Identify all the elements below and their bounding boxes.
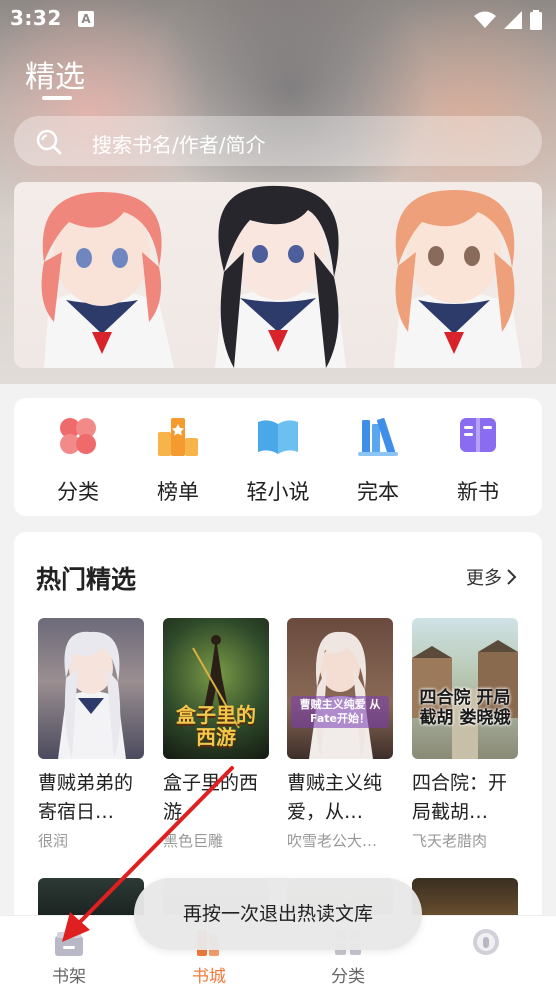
exit-toast: 再按一次退出热读文库 [134, 878, 422, 950]
nav-profile[interactable] [441, 916, 531, 990]
banner-character-illustration [394, 190, 522, 368]
cover-title: 四合院 开局截胡 娄晓娥 [419, 688, 511, 728]
cover-illustration [309, 631, 373, 759]
search-icon [36, 129, 62, 155]
cover-title: 曹贼主义纯爱 从Fate开始！ [291, 696, 389, 728]
title-underline [42, 96, 72, 100]
book-author: 吹雪老公大… [287, 832, 378, 850]
ranking-icon [158, 418, 198, 456]
books-stack-icon [358, 418, 398, 456]
nav-label: 书城 [192, 967, 226, 987]
shortcut-label: 榜单 [157, 480, 199, 504]
search-bar[interactable]: 搜索书名/作者/简介 [14, 116, 542, 166]
shortcut-label: 轻小说 [246, 480, 310, 504]
nav-label: 书架 [52, 967, 86, 987]
cover-illustration [58, 631, 126, 759]
shortcut-label: 新书 [457, 480, 499, 504]
banner-carousel[interactable] [14, 182, 542, 368]
book-author: 黑色巨雕 [163, 832, 224, 850]
hot-picks-section: 热门精选 更多 曹贼弟弟的寄宿日… 很润 盒子里的西游 盒子里的西游 黑色巨雕 … [14, 532, 542, 932]
banner-character-illustration [41, 192, 174, 368]
shortcut-label: 分类 [57, 480, 99, 504]
book-author: 很润 [38, 832, 69, 850]
book-card[interactable]: 盒子里的西游 盒子里的西游 黑色巨雕 [163, 618, 269, 851]
signal-icon [504, 11, 522, 29]
battery-icon [530, 10, 542, 30]
book-author: 飞天老腊肉 [412, 832, 488, 850]
bookshelf-icon [55, 932, 83, 956]
profile-icon [473, 929, 499, 955]
book-title: 盒子里的西游 [163, 772, 259, 823]
shortcut-label: 完本 [357, 480, 399, 504]
search-placeholder: 搜索书名/作者/简介 [92, 133, 266, 157]
section-title: 热门精选 [36, 565, 137, 594]
book-cover: 曹贼主义纯爱 从Fate开始！ [287, 618, 393, 759]
status-time: 3:32 [10, 6, 62, 30]
book-card[interactable]: 四合院 开局截胡 娄晓娥 四合院：开局截胡… 飞天老腊肉 [412, 618, 518, 851]
book-cover: 四合院 开局截胡 娄晓娥 [412, 618, 518, 759]
book-cover-partial[interactable] [412, 878, 518, 918]
shortcut-completed[interactable]: 完本 [338, 414, 418, 506]
book-title: 曹贼弟弟的寄宿日… [38, 772, 134, 823]
more-label: 更多 [466, 568, 502, 589]
notification-badge: A [78, 11, 94, 27]
banner-character-illustration [215, 185, 346, 368]
page-title[interactable]: 精选 [25, 52, 85, 96]
shortcut-ranking[interactable]: 榜单 [138, 414, 218, 506]
nav-label: 分类 [331, 967, 365, 987]
cover-title: 盒子里的西游 [176, 703, 256, 749]
shortcut-light-novel[interactable]: 轻小说 [238, 414, 318, 506]
shortcut-category[interactable]: 分类 [38, 414, 118, 506]
book-card[interactable]: 曹贼弟弟的寄宿日… 很润 [38, 618, 144, 851]
category-shortcuts: 分类 榜单 轻小说 完本 新书 [14, 398, 542, 516]
shortcut-new-books[interactable]: 新书 [438, 414, 518, 506]
wifi-icon [474, 11, 496, 28]
nav-bookshelf[interactable]: 书架 [24, 916, 114, 990]
book-cover-partial[interactable] [38, 878, 144, 918]
status-icons [474, 10, 542, 30]
book-card[interactable]: 曹贼主义纯爱 从Fate开始！ 曹贼主义纯爱，从… 吹雪老公大… [287, 618, 393, 851]
chevron-right-icon [507, 569, 517, 585]
more-link[interactable]: 更多 [466, 564, 518, 590]
open-book-icon [258, 420, 298, 454]
clover-icon [60, 418, 96, 454]
book-cover [38, 618, 144, 759]
book-cover: 盒子里的西游 [163, 618, 269, 759]
status-bar: 3:32 A [0, 0, 556, 40]
new-book-icon [460, 418, 496, 452]
book-title: 曹贼主义纯爱，从… [287, 772, 383, 823]
book-title: 四合院：开局截胡… [412, 772, 508, 823]
